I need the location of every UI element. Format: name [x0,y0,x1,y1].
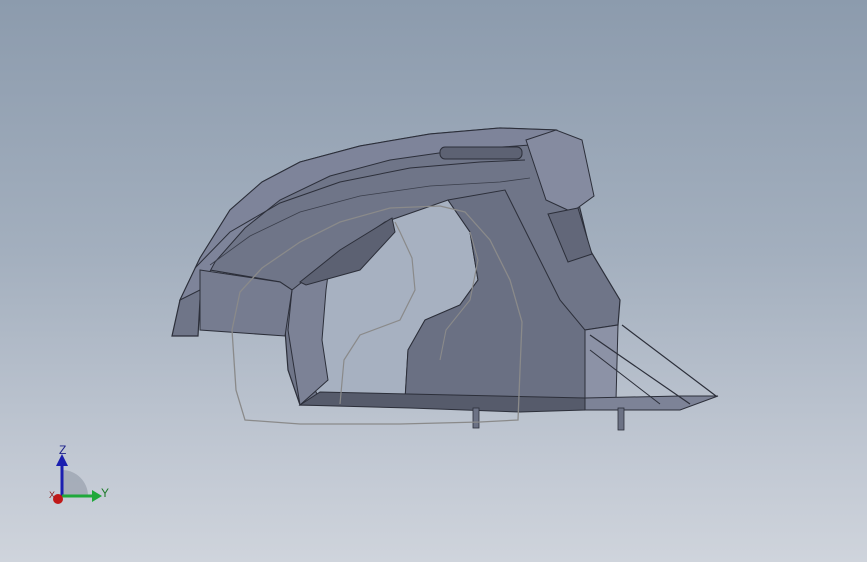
roof-slot [439,146,523,160]
support-post-1 [472,407,480,429]
axis-triad: Z Y X [40,440,120,510]
car-body-shell-model[interactable] [0,0,867,562]
x-axis-label: X [49,490,56,500]
support-post-2 [617,407,625,431]
y-axis-label: Y [101,486,110,500]
z-axis-label: Z [59,443,67,457]
graphics-viewport[interactable]: Z Y X [0,0,867,562]
tail-platform [584,395,719,411]
triad-quadrant [62,470,88,496]
